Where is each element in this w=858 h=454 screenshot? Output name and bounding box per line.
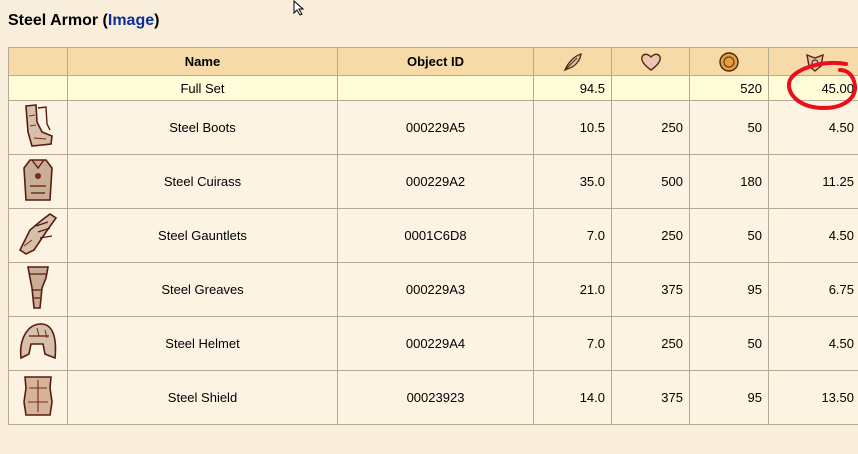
item-value: 50 xyxy=(689,316,769,371)
item-health: 500 xyxy=(611,154,690,209)
item-weight: 10.5 xyxy=(533,100,612,155)
steel-greaves-icon xyxy=(27,266,49,309)
red-annotation-circle xyxy=(786,61,858,111)
steel-cuirass-icon xyxy=(23,159,53,201)
header-name: Name xyxy=(67,47,338,76)
header-row: Name Object ID xyxy=(8,47,858,76)
item-icon-cell xyxy=(8,154,68,209)
title-suffix: ) xyxy=(154,12,160,29)
table-row: Steel Cuirass 000229A2 35.0 500 180 11.2… xyxy=(8,154,858,209)
item-name: Steel Gauntlets xyxy=(67,208,338,263)
item-weight: 7.0 xyxy=(533,208,612,263)
item-name: Steel Boots xyxy=(67,100,338,155)
steel-shield-icon xyxy=(23,376,53,416)
item-armor: 6.75 xyxy=(768,262,858,317)
item-armor: 11.25 xyxy=(768,154,858,209)
item-object-id: 0001C6D8 xyxy=(337,208,534,263)
item-name: Steel Shield xyxy=(67,370,338,425)
full-set-weight: 94.5 xyxy=(533,75,612,101)
item-value: 95 xyxy=(689,262,769,317)
header-icon-col xyxy=(8,47,68,76)
item-weight: 14.0 xyxy=(533,370,612,425)
item-object-id: 000229A4 xyxy=(337,316,534,371)
item-object-id: 000229A2 xyxy=(337,154,534,209)
header-value xyxy=(689,47,769,76)
item-health: 250 xyxy=(611,208,690,263)
item-weight: 21.0 xyxy=(533,262,612,317)
item-health: 375 xyxy=(611,262,690,317)
item-armor: 4.50 xyxy=(768,208,858,263)
item-object-id: 000229A3 xyxy=(337,262,534,317)
table-row: Steel Gauntlets 0001C6D8 7.0 250 50 4.50 xyxy=(8,208,858,263)
item-object-id: 000229A5 xyxy=(337,100,534,155)
item-object-id: 00023923 xyxy=(337,370,534,425)
item-armor: 13.50 xyxy=(768,370,858,425)
armor-table: Name Object ID Full Set 94.5 520 45.00 S… xyxy=(8,47,858,425)
item-icon-cell xyxy=(8,208,68,263)
full-set-row: Full Set 94.5 520 45.00 xyxy=(8,75,858,101)
page-title: Steel Armor (Image) xyxy=(8,12,159,30)
header-object-id: Object ID xyxy=(337,47,534,76)
gold-coin-icon xyxy=(719,51,739,72)
table-row: Steel Shield 00023923 14.0 375 95 13.50 xyxy=(8,370,858,425)
item-icon-cell xyxy=(8,316,68,371)
header-weight xyxy=(533,47,612,76)
header-health xyxy=(611,47,690,76)
steel-helmet-icon xyxy=(19,323,57,360)
item-armor: 4.50 xyxy=(768,316,858,371)
steel-gauntlets-icon xyxy=(18,213,58,255)
item-name: Steel Cuirass xyxy=(67,154,338,209)
item-name: Steel Helmet xyxy=(67,316,338,371)
item-icon-cell xyxy=(8,370,68,425)
item-value: 180 xyxy=(689,154,769,209)
item-name: Steel Greaves xyxy=(67,262,338,317)
table-row: Steel Helmet 000229A4 7.0 250 50 4.50 xyxy=(8,316,858,371)
heart-icon xyxy=(640,53,661,71)
item-weight: 7.0 xyxy=(533,316,612,371)
table-row: Steel Boots 000229A5 10.5 250 50 4.50 xyxy=(8,100,858,155)
table-row: Steel Greaves 000229A3 21.0 375 95 6.75 xyxy=(8,262,858,317)
item-health: 250 xyxy=(611,100,690,155)
full-set-icon-cell xyxy=(8,75,68,101)
full-set-value: 520 xyxy=(689,75,769,101)
full-set-object-id xyxy=(337,75,534,101)
item-value: 50 xyxy=(689,100,769,155)
item-value: 50 xyxy=(689,208,769,263)
feather-icon xyxy=(563,52,582,71)
steel-boots-icon xyxy=(25,104,53,147)
item-health: 250 xyxy=(611,316,690,371)
item-icon-cell xyxy=(8,100,68,155)
image-link[interactable]: Image xyxy=(108,12,154,29)
item-value: 95 xyxy=(689,370,769,425)
mouse-cursor-icon xyxy=(293,0,305,16)
full-set-health xyxy=(611,75,690,101)
item-weight: 35.0 xyxy=(533,154,612,209)
full-set-name: Full Set xyxy=(67,75,338,101)
item-icon-cell xyxy=(8,262,68,317)
title-prefix: Steel Armor ( xyxy=(8,12,108,29)
item-health: 375 xyxy=(611,370,690,425)
